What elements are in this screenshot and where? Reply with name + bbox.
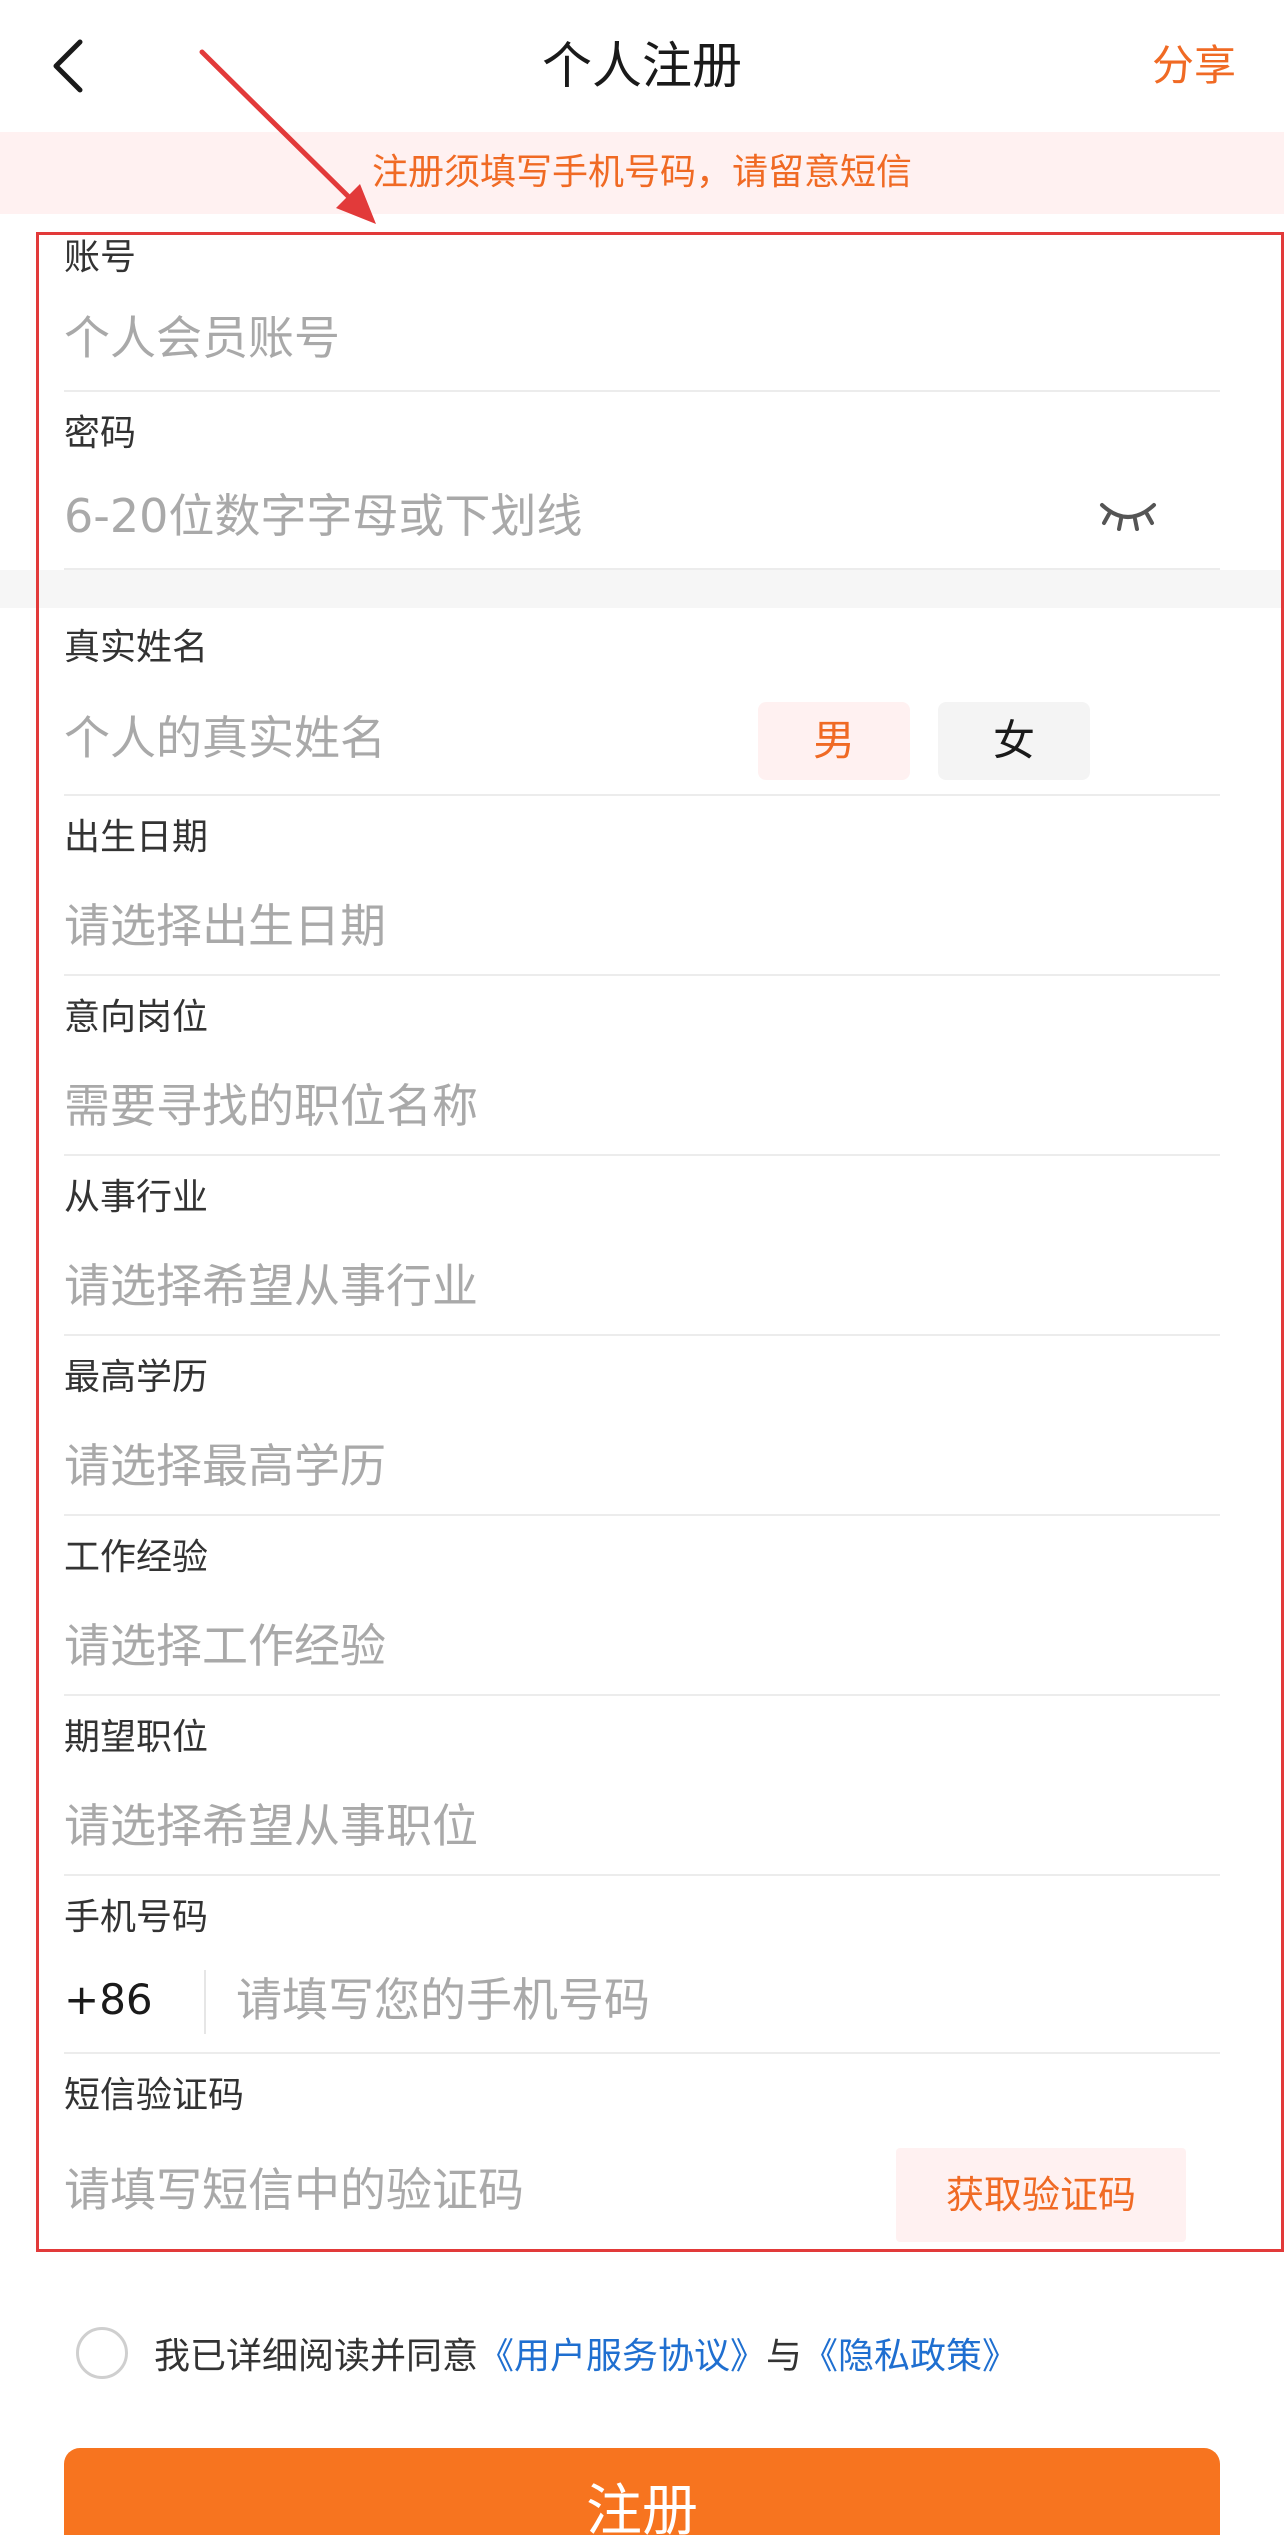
share-button[interactable]: 分享 [1152,36,1236,96]
education-picker[interactable]: 请选择最高学历 [64,1436,386,1496]
birth-date-picker[interactable]: 请选择出生日期 [64,896,386,956]
sms-code-field: 短信验证码 请填写短信中的验证码 获取验证码 [64,2068,1220,2248]
industry-label: 从事行业 [64,1177,209,1218]
experience-label: 工作经验 [64,1537,209,1578]
section-divider [0,570,1284,608]
sms-code-input[interactable]: 请填写短信中的验证码 [64,2160,524,2220]
agreement-text: 我已详细阅读并同意 [154,2336,479,2377]
intended-position-label: 意向岗位 [64,997,209,1038]
education-label: 最高学历 [64,1357,209,1398]
terms-link[interactable]: 《用户服务协议》 [478,2327,766,2379]
real-name-input[interactable]: 个人的真实姓名 [64,708,386,768]
account-input[interactable]: 个人会员账号 [64,308,340,368]
agreement-row: 我已详细阅读并同意 《用户服务协议》 与 《隐私政策》 [76,2325,1018,2381]
phone-divider [204,1970,206,2034]
real-name-label: 真实姓名 [64,627,209,668]
account-label: 账号 [64,237,137,278]
notice-banner: 注册须填写手机号码，请留意短信 [0,132,1284,214]
intended-position-input[interactable]: 需要寻找的职位名称 [64,1076,478,1136]
password-label: 密码 [64,413,137,454]
get-code-button[interactable]: 获取验证码 [896,2148,1186,2242]
register-button[interactable]: 注册 [64,2448,1220,2535]
sms-code-label: 短信验证码 [64,2075,245,2116]
eye-closed-icon[interactable] [1094,496,1162,536]
expected-position-field: 期望职位 请选择希望从事职位 [64,1710,1220,1876]
industry-field: 从事行业 请选择希望从事行业 [64,1170,1220,1336]
birth-date-field: 出生日期 请选择出生日期 [64,810,1220,976]
agreement-joiner: 与 [766,2336,803,2377]
industry-picker[interactable]: 请选择希望从事行业 [64,1256,478,1316]
birth-date-label: 出生日期 [64,817,209,858]
header-bar: 个人注册 分享 [0,0,1284,132]
education-field: 最高学历 请选择最高学历 [64,1350,1220,1516]
gender-female-button[interactable]: 女 [938,702,1090,780]
account-field: 账号 个人会员账号 [64,232,1220,392]
page-title: 个人注册 [542,37,742,95]
phone-field: 手机号码 +86 请填写您的手机号码 [64,1890,1220,2054]
password-input[interactable]: 6-20位数字字母或下划线 [64,486,582,546]
phone-label: 手机号码 [64,1897,209,1938]
experience-field: 工作经验 请选择工作经验 [64,1530,1220,1696]
intended-position-field: 意向岗位 需要寻找的职位名称 [64,990,1220,1156]
password-field: 密码 6-20位数字字母或下划线 [64,408,1220,570]
experience-picker[interactable]: 请选择工作经验 [64,1616,386,1676]
real-name-field: 真实姓名 个人的真实姓名 男 女 [64,620,1220,796]
country-code[interactable]: +86 [64,1970,153,2030]
expected-position-label: 期望职位 [64,1717,209,1758]
expected-position-picker[interactable]: 请选择希望从事职位 [64,1796,478,1856]
privacy-link[interactable]: 《隐私政策》 [802,2327,1018,2379]
phone-input[interactable]: 请填写您的手机号码 [236,1970,650,2030]
agree-checkbox[interactable] [76,2327,128,2379]
gender-male-button[interactable]: 男 [758,702,910,780]
